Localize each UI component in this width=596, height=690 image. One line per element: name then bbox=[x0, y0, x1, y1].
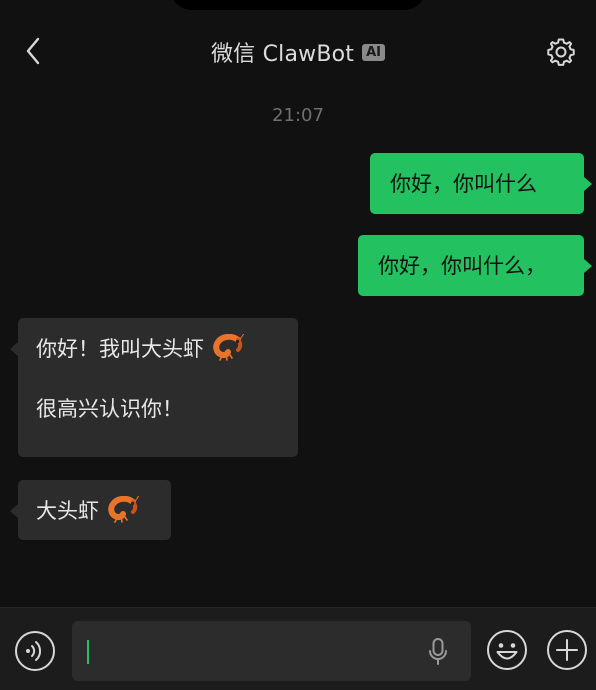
gear-icon bbox=[547, 38, 575, 66]
device-notch bbox=[170, 0, 426, 10]
chat-settings-button[interactable] bbox=[544, 35, 578, 69]
message-text: 大头虾 bbox=[36, 499, 99, 523]
emoji-button[interactable] bbox=[486, 629, 528, 671]
input-bar bbox=[0, 607, 596, 690]
message-line: 大头虾 bbox=[36, 496, 153, 526]
more-actions-button[interactable] bbox=[546, 629, 588, 671]
chat-title-group: 微信 ClawBot AI bbox=[0, 36, 596, 68]
plus-circle-icon bbox=[547, 630, 587, 670]
chat-header: 微信 ClawBot AI bbox=[0, 22, 596, 82]
incoming-message[interactable]: 你好！我叫大头虾 很高兴认识你！ bbox=[10, 318, 298, 457]
message-text: 你好，你叫什么， bbox=[378, 254, 546, 278]
text-caret bbox=[87, 640, 89, 664]
shrimp-emoji-icon bbox=[108, 496, 139, 523]
message-input[interactable] bbox=[72, 621, 471, 681]
outgoing-message[interactable]: 你好，你叫什么 bbox=[370, 153, 592, 214]
incoming-message[interactable]: 大头虾 bbox=[10, 480, 171, 540]
voice-mode-button[interactable] bbox=[14, 630, 56, 672]
message-line: 你好！我叫大头虾 bbox=[36, 334, 280, 364]
microphone-icon[interactable] bbox=[427, 637, 449, 667]
message-text: 你好！我叫大头虾 bbox=[36, 337, 204, 361]
outgoing-message[interactable]: 你好，你叫什么， bbox=[358, 235, 592, 296]
smiley-face-icon bbox=[487, 630, 527, 670]
chat-timestamp: 21:07 bbox=[272, 105, 324, 126]
voice-wave-icon bbox=[15, 631, 55, 671]
ai-badge: AI bbox=[362, 43, 386, 61]
chat-title: 微信 ClawBot bbox=[210, 42, 355, 67]
shrimp-emoji-icon bbox=[213, 334, 244, 361]
message-text: 你好，你叫什么 bbox=[390, 172, 537, 196]
message-text: 很高兴认识你！ bbox=[36, 397, 183, 421]
